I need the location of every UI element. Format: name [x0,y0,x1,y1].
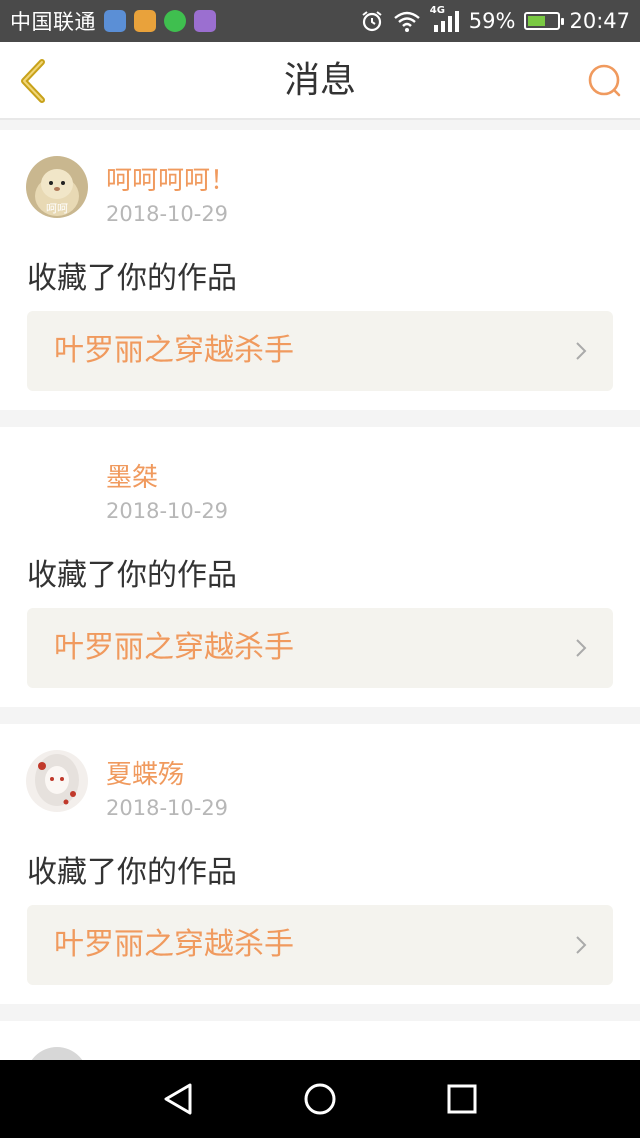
work-link[interactable]: 叶罗丽之穿越杀手 [27,608,613,688]
nav-home-button[interactable] [300,1079,340,1119]
clock: 20:47 [569,9,630,33]
battery-percent: 59% [468,9,516,33]
battery-icon [524,12,565,30]
username[interactable]: 墨桀 [106,457,158,494]
avatar[interactable]: 呵呵 [26,156,88,218]
system-nav-bar [0,1060,640,1138]
carrier-label: 中国联通 [10,10,96,34]
message-date: 2018-10-29 [106,796,229,820]
search-icon [588,64,621,97]
avatar[interactable] [26,750,88,812]
nav-back-icon [164,1083,192,1115]
nav-recents-button[interactable] [442,1079,482,1119]
wifi-icon [394,11,420,32]
message-card: 呵呵 呵呵呵呵！ 2018-10-29 收藏了你的作品 叶罗丽之穿越杀手 [0,130,640,410]
status-bar-right: 4G 59% 20:47 [360,0,630,42]
nav-recents-icon [447,1084,477,1114]
signal-icon: 4G [430,5,460,33]
message-list: 呵呵 呵呵呵呵！ 2018-10-29 收藏了你的作品 叶罗丽之穿越杀手 墨桀 … [0,130,640,1061]
work-title: 叶罗丽之穿越杀手 [54,927,294,962]
svg-text:呵呵: 呵呵 [46,202,68,215]
username[interactable]: 夏蝶殇 [106,754,184,791]
avatar[interactable] [26,1047,88,1061]
battery-level [528,16,546,26]
search-button[interactable] [586,62,624,100]
username[interactable]: 呵呵呵呵！ [106,160,236,197]
wechat-app-icon [164,10,186,32]
message-card-partial [0,1021,640,1061]
alarm-icon [362,11,382,32]
chevron-right-icon [576,639,587,657]
page-title: 消息 [283,60,356,101]
message-date: 2018-10-29 [106,202,229,226]
status-bar: 中国联通 4G 59% 20:47 [0,0,640,42]
nav-home-icon [304,1083,336,1115]
nav-back-button[interactable] [158,1079,198,1119]
message-action: 收藏了你的作品 [27,855,237,890]
gallery-app-icon [194,10,216,32]
weibo-app-icon [134,10,156,32]
work-title: 叶罗丽之穿越杀手 [54,630,294,665]
location-app-icon [104,10,126,32]
message-action: 收藏了你的作品 [27,558,237,593]
message-card: 夏蝶殇 2018-10-29 收藏了你的作品 叶罗丽之穿越杀手 [0,724,640,1004]
chevron-right-icon [576,342,587,360]
status-bar-left: 中国联通 [10,0,216,42]
work-title: 叶罗丽之穿越杀手 [54,333,294,368]
message-date: 2018-10-29 [106,499,229,523]
chevron-right-icon [576,936,587,954]
work-link[interactable]: 叶罗丽之穿越杀手 [27,311,613,391]
work-link[interactable]: 叶罗丽之穿越杀手 [27,905,613,985]
message-card: 墨桀 2018-10-29 收藏了你的作品 叶罗丽之穿越杀手 [0,427,640,707]
top-bar: 消息 [0,42,640,120]
avatar[interactable] [26,453,88,515]
message-action: 收藏了你的作品 [27,261,237,296]
